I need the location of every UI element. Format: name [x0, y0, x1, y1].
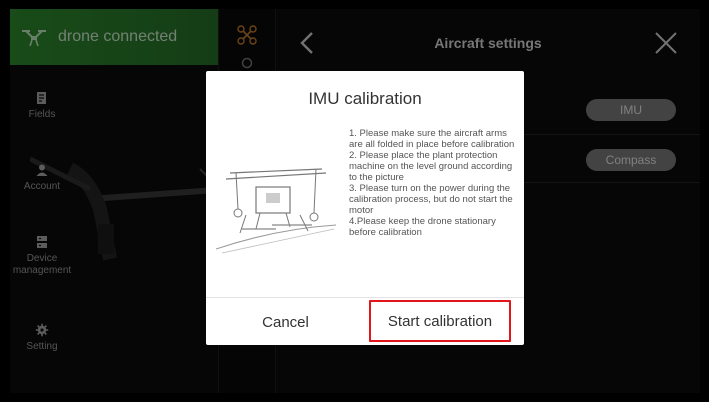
- cancel-button[interactable]: Cancel: [206, 298, 365, 346]
- instruction-step: 4.Please keep the drone stationary befor…: [349, 216, 496, 238]
- dialog-footer: Cancel Start calibration: [206, 297, 524, 345]
- dialog-title: IMU calibration: [308, 89, 422, 108]
- instruction-step: 1. Please make sure the aircraft arms ar…: [349, 128, 515, 150]
- instruction-step: 3. Please turn on the power during the c…: [349, 183, 513, 216]
- start-calibration-button[interactable]: Start calibration: [369, 300, 511, 342]
- calibration-illustration: [216, 168, 336, 254]
- imu-calibration-dialog: IMU calibration 1. Please make sure the …: [206, 71, 524, 345]
- instruction-step: 2. Please place the plant protection mac…: [349, 150, 513, 183]
- calibration-instructions: 1. Please make sure the aircraft arms ar…: [349, 128, 519, 238]
